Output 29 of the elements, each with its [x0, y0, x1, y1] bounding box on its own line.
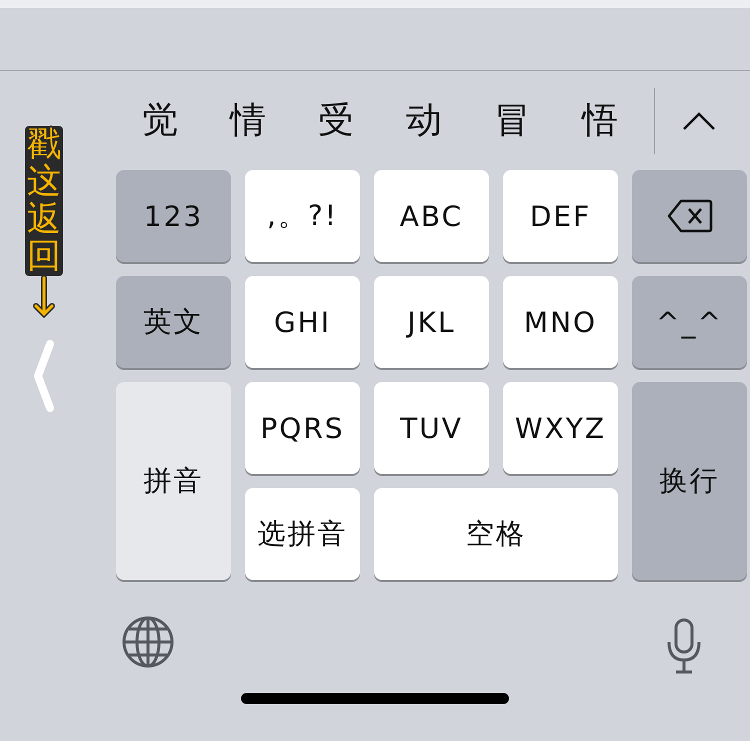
- keyboard-key[interactable]: 英文: [116, 276, 231, 368]
- globe-icon[interactable]: [122, 616, 174, 668]
- keyboard-key[interactable]: DEF: [503, 170, 618, 262]
- keyboard-key[interactable]: ^_^: [632, 276, 747, 368]
- keyboard-key[interactable]: MNO: [503, 276, 618, 368]
- keyboard-key[interactable]: 拼音: [116, 382, 231, 580]
- keyboard-key[interactable]: GHI: [245, 276, 360, 368]
- delete-key[interactable]: [632, 170, 747, 262]
- keyboard-key[interactable]: ABC: [374, 170, 489, 262]
- delete-icon: [666, 199, 712, 233]
- candidate-word[interactable]: 动: [380, 96, 468, 145]
- keyboard-key[interactable]: TUV: [374, 382, 489, 474]
- keyboard-key[interactable]: PQRS: [245, 382, 360, 474]
- keyboard-key[interactable]: WXYZ: [503, 382, 618, 474]
- arrow-down-icon: [33, 276, 55, 318]
- candidate-word[interactable]: 受: [292, 96, 380, 145]
- candidate-word[interactable]: 冒: [468, 96, 556, 145]
- keyboard-key[interactable]: ,。?!: [245, 170, 360, 262]
- annotation-text: 戳这返回: [25, 126, 63, 276]
- keyboard-key[interactable]: 123: [116, 170, 231, 262]
- keyboard-key[interactable]: 换行: [632, 382, 747, 580]
- microphone-icon[interactable]: [666, 618, 702, 674]
- keyboard-key[interactable]: 空格: [374, 488, 618, 580]
- chevron-up-icon[interactable]: [683, 112, 715, 130]
- candidate-word[interactable]: 情: [204, 96, 292, 145]
- candidate-word[interactable]: 悟: [556, 96, 644, 145]
- keyboard-key[interactable]: JKL: [374, 276, 489, 368]
- keyboard-key[interactable]: 选拼音: [245, 488, 360, 580]
- candidate-word[interactable]: 觉: [116, 96, 204, 145]
